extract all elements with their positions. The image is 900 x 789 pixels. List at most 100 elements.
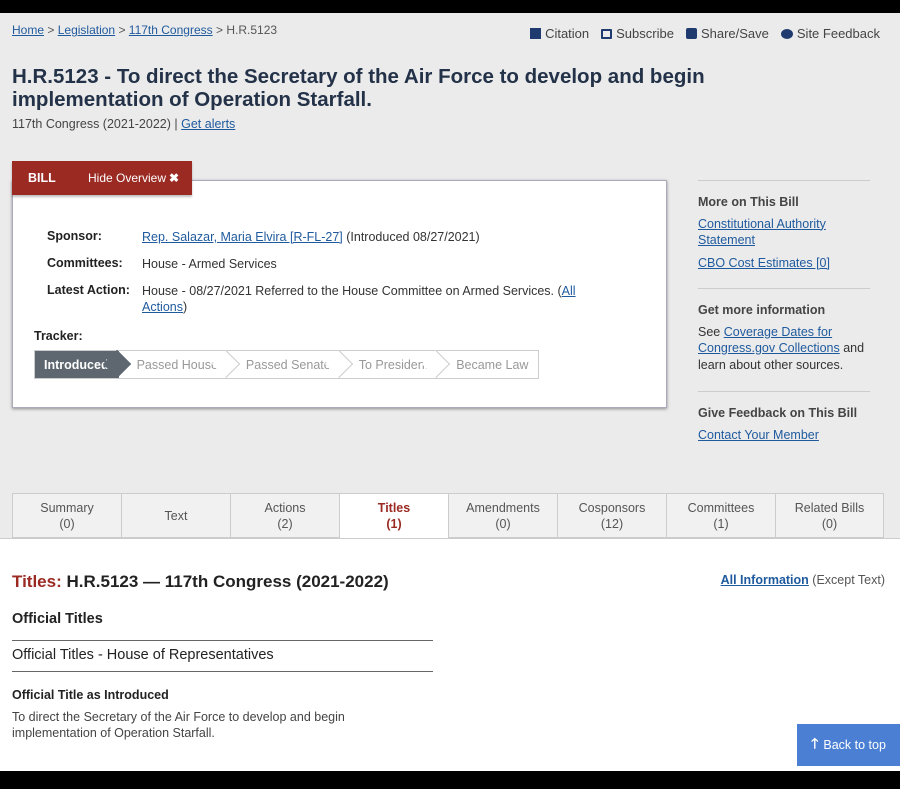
page-title: H.R.5123 - To direct the Secretary of th… [12, 65, 705, 111]
content-heading: Titles: H.R.5123 — 117th Congress (2021-… [12, 572, 389, 592]
title-as-introduced-text: To direct the Secretary of the Air Force… [12, 710, 345, 740]
share-label: Share/Save [700, 26, 769, 41]
tab-label: Committees [687, 500, 755, 515]
latest-action-close: ) [183, 300, 188, 314]
breadcrumb-current: H.R.5123 [226, 23, 278, 37]
hide-overview-button[interactable]: Hide Overview ✖ [88, 171, 179, 185]
tab-amendments[interactable]: Amendments (0) [448, 493, 557, 538]
content-heading-prefix: Titles: [12, 572, 62, 591]
official-titles-house: Official Titles - House of Representativ… [12, 647, 274, 663]
breadcrumb-separator: > [215, 23, 223, 37]
tracker-step-to-president: To President [340, 351, 439, 378]
tracker-step-passed-senate: Passed Senate [227, 351, 341, 378]
tab-count: (0) [495, 516, 511, 531]
cbo-cost-estimates-link[interactable]: CBO Cost Estimates [0] [698, 255, 870, 272]
sponsor-introduced: (Introduced 08/27/2021) [342, 230, 480, 244]
committees-label: Committees: [47, 256, 123, 270]
tracker-label: Tracker: [34, 329, 83, 343]
tab-committees[interactable]: Committees (1) [666, 493, 775, 538]
more-on-bill-section: More on This Bill Constitutional Authori… [698, 180, 870, 288]
separator: | [174, 117, 178, 131]
subscribe-button[interactable]: Subscribe [601, 26, 674, 41]
breadcrumb-separator: > [118, 23, 126, 37]
close-icon: ✖ [169, 171, 180, 185]
except-text-label: (Except Text) [808, 573, 885, 587]
tab-cosponsors[interactable]: Cosponsors (12) [557, 493, 666, 538]
tab-label: Titles [377, 501, 411, 515]
tab-titles[interactable]: Titles (1) [339, 493, 448, 539]
sponsor-row: Sponsor: Rep. Salazar, Maria Elvira [R-F… [47, 229, 602, 245]
share-button[interactable]: Share/Save [685, 26, 769, 41]
official-titles-heading: Official Titles [12, 611, 103, 627]
breadcrumb-legislation[interactable]: Legislation [58, 23, 115, 37]
utility-links: Citation Subscribe Share/Save Site Feedb… [530, 26, 880, 41]
more-info-text: See Coverage Dates for Congress.gov Coll… [698, 324, 870, 374]
arrow-up-icon: 🡑 [811, 735, 819, 751]
tab-count: (12) [600, 516, 624, 531]
back-to-top-button[interactable]: 🡑 Back to top [797, 724, 900, 766]
latest-action-value: House - 08/27/2021 Referred to the House… [142, 283, 602, 315]
share-icon [685, 28, 697, 39]
tab-label: Text [164, 508, 188, 523]
breadcrumb: Home > Legislation > 117th Congress > H.… [12, 23, 277, 37]
sidebar: More on This Bill Constitutional Authori… [698, 180, 870, 443]
citation-label: Citation [545, 26, 590, 41]
more-info-pre: See [698, 324, 724, 339]
all-information: All Information (Except Text) [721, 573, 885, 587]
site-feedback-button[interactable]: Site Feedback [780, 26, 880, 41]
tab-count: (2) [277, 516, 293, 531]
tab-label: Summary [40, 500, 94, 515]
tab-label: Amendments [466, 500, 540, 515]
breadcrumb-separator: > [47, 23, 55, 37]
all-information-link[interactable]: All Information [721, 573, 809, 587]
sponsor-link[interactable]: Rep. Salazar, Maria Elvira [R-FL-27] [142, 230, 343, 244]
contact-member-link[interactable]: Contact Your Member [698, 428, 819, 442]
title-as-introduced-heading: Official Title as Introduced [12, 688, 169, 702]
content-heading-text: H.R.5123 — 117th Congress (2021-2022) [61, 572, 389, 591]
titles-content: Titles: H.R.5123 — 117th Congress (2021-… [0, 538, 900, 771]
tab-count: (0) [59, 516, 75, 531]
sponsor-value: Rep. Salazar, Maria Elvira [R-FL-27] (In… [142, 229, 602, 245]
top-bar: Home > Legislation > 117th Congress > H.… [12, 23, 880, 41]
feedback-icon [780, 28, 793, 39]
feedback-title: Give Feedback on This Bill [698, 406, 858, 420]
bill-tabs: Summary (0) Text Actions (2) Titles (1) Ame… [12, 493, 886, 539]
subscribe-icon [601, 28, 613, 39]
subscribe-label: Subscribe [616, 26, 674, 41]
get-alerts-link[interactable]: Get alerts [181, 117, 235, 131]
congress-line: 117th Congress (2021-2022) | Get alerts [12, 117, 235, 131]
tab-count: (1) [386, 517, 402, 531]
latest-action-row: Latest Action: House - 08/27/2021 Referr… [47, 283, 602, 315]
more-on-bill-title: More on This Bill [698, 195, 799, 209]
site-feedback-label: Site Feedback [796, 26, 880, 41]
tracker-step-became-law: Became Law [438, 351, 539, 378]
tab-count: (1) [713, 516, 729, 531]
page: Home > Legislation > 117th Congress > H.… [0, 13, 900, 771]
tab-label: Cosponsors [578, 500, 646, 515]
citation-button[interactable]: Citation [530, 26, 589, 41]
tab-label: Related Bills [794, 500, 865, 515]
tracker-step-introduced: Introduced [35, 351, 119, 378]
breadcrumb-congress[interactable]: 117th Congress [129, 23, 213, 37]
tab-summary[interactable]: Summary (0) [12, 493, 121, 538]
more-info-section: Get more information See Coverage Dates … [698, 288, 870, 391]
back-to-top-label: Back to top [823, 738, 886, 752]
divider [12, 671, 433, 672]
breadcrumb-home[interactable]: Home [12, 23, 44, 37]
hide-overview-label: Hide Overview [88, 171, 167, 185]
tab-related-bills[interactable]: Related Bills (0) [775, 493, 884, 538]
citation-icon [530, 28, 542, 39]
committees-row: Committees: House - Armed Services [47, 256, 602, 272]
tab-label: Actions [264, 500, 306, 515]
bill-tracker: Introduced Passed House Passed Senate To… [34, 350, 540, 379]
committees-value: House - Armed Services [142, 257, 277, 271]
tab-actions[interactable]: Actions (2) [230, 493, 339, 538]
latest-action-label: Latest Action: [47, 283, 130, 297]
bill-tab: BILL Hide Overview ✖ [12, 161, 192, 195]
tracker-step-passed-house: Passed House [118, 351, 228, 378]
tab-text[interactable]: Text [121, 493, 230, 538]
latest-action-text: House - 08/27/2021 Referred to the House… [142, 284, 562, 298]
bill-tab-label: BILL [28, 171, 56, 185]
constitutional-authority-link[interactable]: Constitutional Authority Statement [698, 216, 870, 249]
divider [12, 640, 433, 641]
